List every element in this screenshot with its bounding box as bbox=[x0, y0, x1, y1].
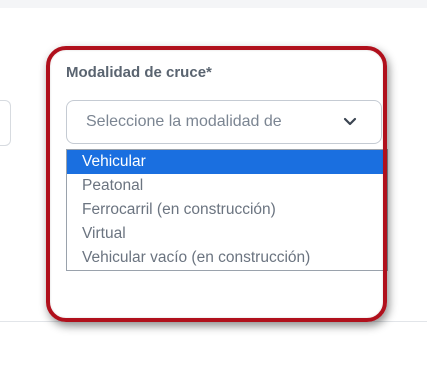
option-peatonal[interactable]: Peatonal bbox=[67, 174, 387, 198]
crossing-mode-label: Modalidad de cruce* bbox=[66, 64, 212, 81]
option-vehicular[interactable]: Vehicular bbox=[67, 150, 387, 174]
chevron-down-icon bbox=[343, 117, 357, 126]
adjacent-field-edge bbox=[0, 100, 11, 146]
section-divider bbox=[0, 321, 427, 322]
option-vehicular-vacio[interactable]: Vehicular vacío (en construcción) bbox=[67, 246, 387, 270]
page-top-bar bbox=[0, 0, 427, 8]
crossing-mode-select[interactable]: Seleccione la modalidad de bbox=[66, 100, 382, 144]
select-placeholder: Seleccione la modalidad de bbox=[86, 113, 282, 130]
crossing-mode-options: Vehicular Peatonal Ferrocarril (en const… bbox=[66, 149, 388, 271]
option-virtual[interactable]: Virtual bbox=[67, 222, 387, 246]
option-ferrocarril[interactable]: Ferrocarril (en construcción) bbox=[67, 198, 387, 222]
